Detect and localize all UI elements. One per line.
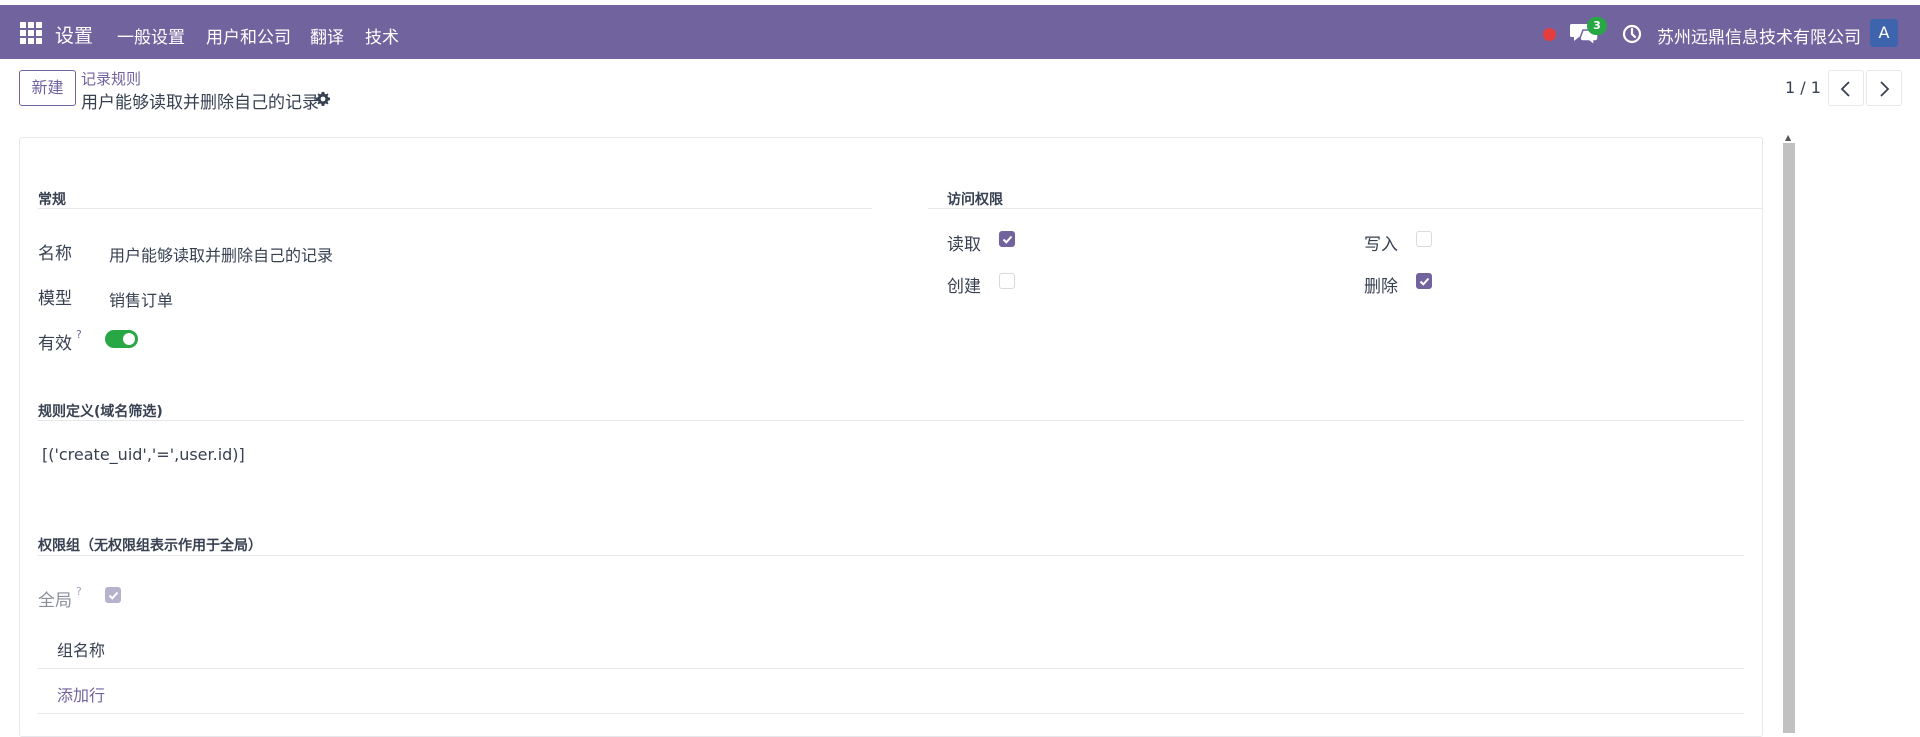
check-icon bbox=[1002, 235, 1013, 244]
write-checkbox[interactable] bbox=[1416, 231, 1432, 247]
unlink-checkbox[interactable] bbox=[1416, 273, 1432, 289]
company-switcher[interactable]: 苏州远鼎信息技术有限公司 bbox=[1657, 23, 1861, 48]
section-divider bbox=[38, 420, 1744, 421]
chevron-right-icon bbox=[1880, 81, 1890, 97]
vertical-scrollbar[interactable] bbox=[1783, 143, 1795, 733]
chat-count-badge: 3 bbox=[1587, 17, 1607, 35]
new-button[interactable]: 新建 bbox=[19, 70, 76, 106]
read-label: 读取 bbox=[947, 235, 981, 255]
pager-next-button[interactable] bbox=[1866, 70, 1902, 106]
pager-value[interactable]: 1 / 1 bbox=[1785, 78, 1821, 97]
scroll-up-arrow-icon[interactable]: ▲ bbox=[1785, 133, 1791, 142]
clock-icon[interactable] bbox=[1622, 24, 1642, 44]
group-name-column-header[interactable]: 组名称 bbox=[57, 637, 105, 661]
global-checkbox bbox=[105, 587, 121, 603]
menu-users-companies[interactable]: 用户和公司 bbox=[206, 23, 291, 48]
table-header-divider bbox=[38, 668, 1744, 669]
name-label: 名称 bbox=[38, 244, 72, 264]
domain-editor[interactable]: [('create_uid','=',user.id)] bbox=[42, 445, 245, 464]
section-groups-title: 权限组（无权限组表示作用于全局） bbox=[38, 538, 262, 554]
section-access-title: 访问权限 bbox=[947, 192, 1003, 208]
user-avatar[interactable]: A bbox=[1870, 19, 1898, 47]
create-label: 创建 bbox=[947, 277, 981, 297]
active-toggle[interactable] bbox=[105, 330, 138, 348]
section-divider bbox=[38, 555, 1744, 556]
section-domain-title: 规则定义(域名筛选) bbox=[38, 404, 163, 420]
check-icon bbox=[1419, 277, 1430, 286]
global-label: 全局 bbox=[38, 591, 72, 611]
gear-icon[interactable] bbox=[315, 91, 331, 107]
global-help-tooltip[interactable]: ? bbox=[76, 585, 82, 598]
section-general-title: 常规 bbox=[38, 192, 66, 208]
create-checkbox[interactable] bbox=[999, 273, 1015, 289]
table-row-divider bbox=[38, 713, 1744, 714]
add-line-link[interactable]: 添加行 bbox=[57, 682, 105, 706]
read-checkbox[interactable] bbox=[999, 231, 1015, 247]
menu-technical[interactable]: 技术 bbox=[365, 23, 399, 48]
name-field[interactable]: 用户能够读取并删除自己的记录 bbox=[109, 242, 333, 266]
model-field[interactable]: 销售订单 bbox=[109, 287, 173, 311]
breadcrumb-record-rules[interactable]: 记录规则 bbox=[81, 68, 141, 89]
chevron-left-icon bbox=[1840, 81, 1850, 97]
section-divider bbox=[928, 208, 1762, 209]
form-sheet bbox=[19, 137, 1763, 737]
active-label: 有效 bbox=[38, 334, 72, 354]
pager-previous-button[interactable] bbox=[1828, 70, 1864, 106]
active-help-tooltip[interactable]: ? bbox=[76, 328, 82, 341]
check-icon bbox=[108, 591, 119, 600]
status-dot-icon[interactable] bbox=[1543, 28, 1556, 41]
write-label: 写入 bbox=[1364, 235, 1398, 255]
menu-translations[interactable]: 翻译 bbox=[310, 23, 344, 48]
unlink-label: 删除 bbox=[1364, 277, 1398, 297]
apps-grid-icon[interactable] bbox=[20, 22, 42, 44]
app-title[interactable]: 设置 bbox=[55, 21, 93, 48]
record-title: 用户能够读取并删除自己的记录 bbox=[81, 93, 319, 113]
section-divider bbox=[38, 208, 872, 209]
menu-general-settings[interactable]: 一般设置 bbox=[117, 23, 185, 48]
model-label: 模型 bbox=[38, 289, 72, 309]
top-navbar: 设置 一般设置 用户和公司 翻译 技术 3 苏州远鼎信息技术有限公司 A bbox=[0, 5, 1920, 59]
